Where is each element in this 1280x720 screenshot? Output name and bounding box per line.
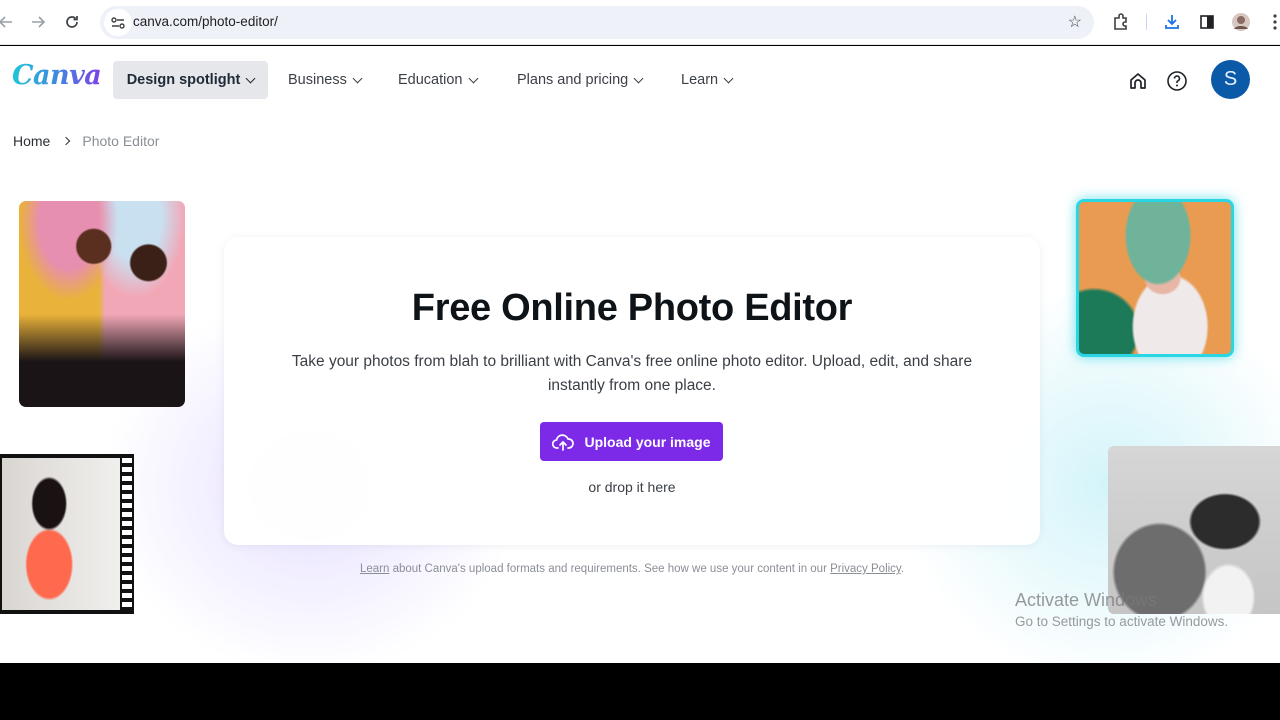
url-text[interactable]: canva.com/photo-editor/ [133, 14, 278, 29]
forward-icon[interactable] [26, 10, 50, 34]
chevron-down-icon [633, 73, 644, 83]
more-menu-icon[interactable] [1264, 11, 1280, 33]
nav-business[interactable]: Business [278, 61, 371, 99]
back-icon[interactable] [0, 10, 18, 34]
chevron-down-icon [352, 73, 363, 83]
sample-photo-friends-dancing [19, 201, 185, 407]
drop-zone-text: or drop it here [588, 479, 676, 495]
address-bar[interactable]: canva.com/photo-editor/ ☆ [100, 6, 1094, 39]
nav-label: Plans and pricing [517, 72, 629, 88]
site-settings-icon[interactable] [104, 9, 132, 36]
nav-label: Education [398, 72, 463, 88]
upload-button-label: Upload your image [584, 433, 711, 450]
upload-card: Free Online Photo Editor Take your photo… [224, 237, 1040, 545]
browser-toolbar: canva.com/photo-editor/ ☆ [0, 0, 1280, 45]
side-panel-icon[interactable] [1196, 11, 1218, 33]
bookmark-star-icon[interactable]: ☆ [1068, 12, 1082, 32]
fineprint-end: . [900, 563, 905, 575]
extensions-icon[interactable] [1110, 11, 1132, 33]
black-letterbox-bar [0, 663, 1280, 720]
hero-description: Take your photos from blah to brilliant … [291, 353, 973, 394]
page-title: Free Online Photo Editor [411, 287, 853, 329]
film-sprocket-holes [122, 458, 132, 610]
nav-learn[interactable]: Learn [671, 61, 742, 99]
film-frame [2, 458, 120, 610]
privacy-policy-link[interactable]: Privacy Policy [830, 563, 901, 575]
top-navigation: Canva Design spotlight Business Educatio… [0, 46, 1280, 116]
nav-label: Business [288, 72, 347, 88]
fineprint-text: about Canva's upload formats and require… [389, 563, 831, 575]
chevron-down-icon [723, 73, 734, 83]
upload-fineprint: Learn about Canva's upload formats and r… [0, 563, 1264, 575]
chevron-right-icon [62, 136, 71, 146]
cloud-upload-icon [552, 433, 575, 451]
toolbar-divider [1146, 14, 1147, 30]
upload-image-button[interactable]: Upload your image [540, 422, 723, 461]
profile-avatar[interactable] [1230, 11, 1252, 33]
watermark-title: Activate Windows [1015, 590, 1158, 610]
chevron-down-icon [468, 73, 478, 83]
help-icon[interactable] [1166, 70, 1188, 92]
sample-photo-film-strip-woman [0, 454, 134, 614]
download-icon[interactable] [1161, 11, 1183, 33]
breadcrumb-home[interactable]: Home [13, 133, 50, 149]
home-icon[interactable] [1127, 70, 1149, 92]
sample-photo-bucket-hat [1076, 199, 1234, 357]
learn-link[interactable]: Learn [360, 563, 389, 575]
nav-label: Design spotlight [126, 72, 241, 88]
breadcrumb-current: Photo Editor [82, 133, 160, 149]
watermark-subtitle: Go to Settings to activate Windows. [1015, 614, 1229, 629]
breadcrumb: Home Photo Editor [13, 133, 159, 149]
nav-design-spotlight[interactable]: Design spotlight [113, 61, 268, 99]
canva-logo[interactable]: Canva [12, 60, 102, 91]
windows-activation-watermark: Activate Windows Go to Settings to activ… [1015, 590, 1228, 629]
page-content: Canva Design spotlight Business Educatio… [0, 46, 1280, 663]
nav-education[interactable]: Education [388, 61, 487, 99]
chevron-down-icon [245, 73, 256, 83]
nav-label: Learn [681, 72, 719, 88]
sample-photo-smiling-man-bw [1108, 446, 1280, 614]
nav-plans-and-pricing[interactable]: Plans and pricing [507, 61, 652, 99]
user-avatar[interactable]: S [1211, 60, 1250, 99]
reload-icon[interactable] [60, 10, 84, 34]
screen: canva.com/photo-editor/ ☆ Canva Design s… [0, 0, 1280, 720]
